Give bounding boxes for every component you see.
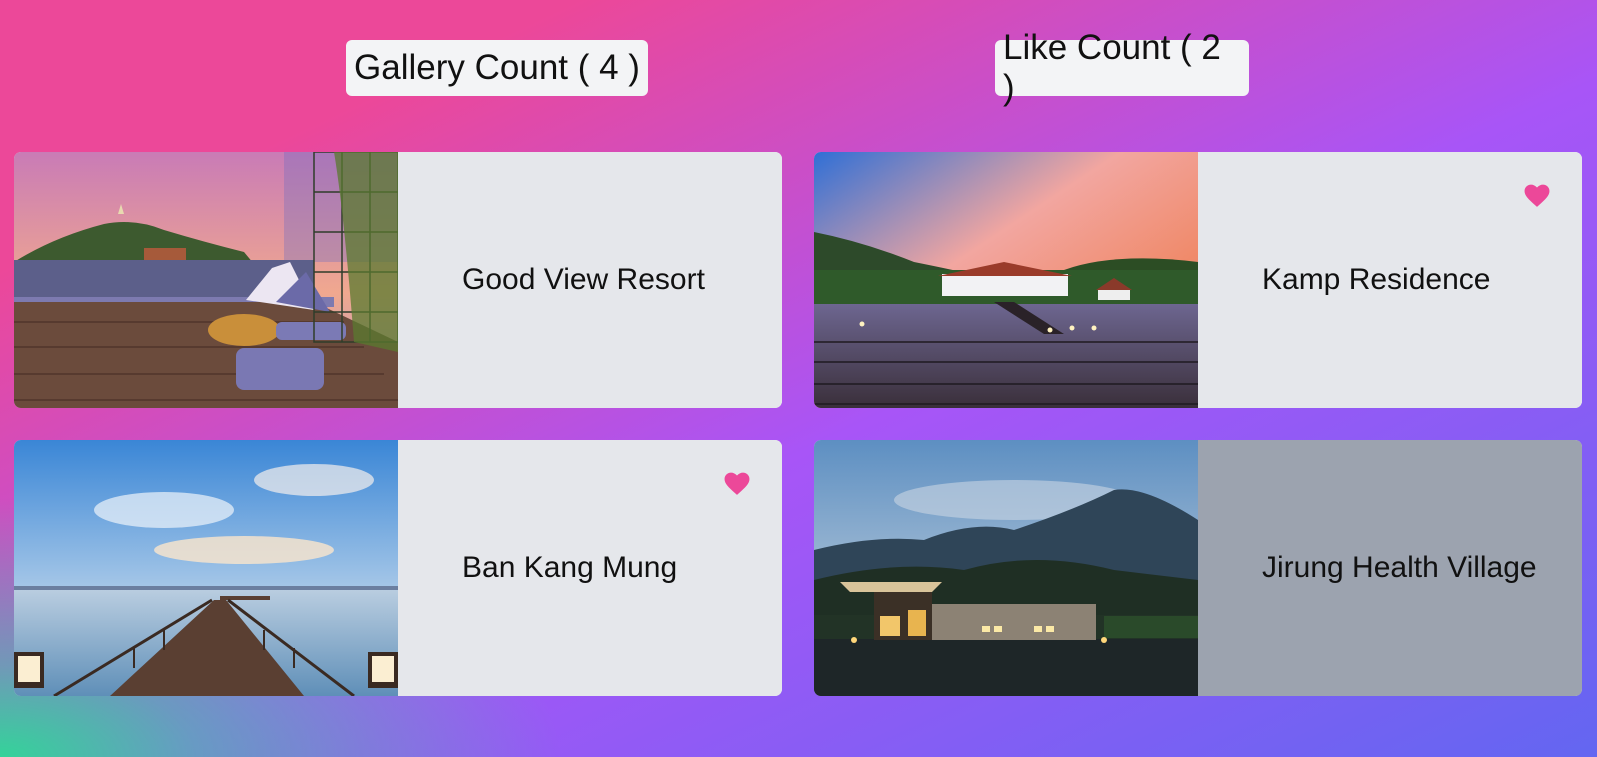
card-title: Good View Resort (462, 263, 705, 296)
gallery-card[interactable]: Kamp Residence (814, 152, 1582, 408)
card-title: Ban Kang Mung (462, 551, 678, 584)
card-image (814, 152, 1198, 408)
gallery-card[interactable]: Jirung Health Village (814, 440, 1582, 696)
gallery-card[interactable]: Ban Kang Mung (14, 440, 782, 696)
card-info: Kamp Residence (1198, 152, 1582, 408)
card-title: Jirung Health Village (1262, 551, 1537, 584)
card-image (14, 152, 398, 408)
gallery-count-badge: Gallery Count ( 4 ) (346, 40, 648, 96)
like-count-badge: Like Count ( 2 ) (995, 28, 1249, 107)
card-info: Jirung Health Village (1198, 440, 1582, 696)
card-image (814, 440, 1198, 696)
card-info: Good View Resort (398, 152, 782, 408)
gallery-card[interactable]: Good View Resort (14, 152, 782, 408)
card-info: Ban Kang Mung (398, 440, 782, 696)
heart-icon[interactable] (724, 472, 750, 496)
card-title: Kamp Residence (1262, 263, 1491, 296)
card-image (14, 440, 398, 696)
heart-icon[interactable] (1524, 184, 1550, 208)
